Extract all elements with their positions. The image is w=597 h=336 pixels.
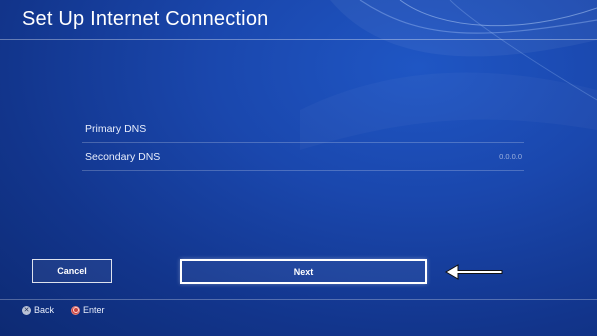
secondary-dns-value: 0.0.0.0 bbox=[499, 152, 522, 161]
circle-button-icon bbox=[71, 305, 80, 315]
secondary-dns-label: Secondary DNS bbox=[85, 150, 161, 163]
cross-button-icon: ✕ bbox=[22, 305, 31, 315]
enter-hint-label: Enter bbox=[83, 305, 105, 315]
title-divider bbox=[0, 39, 597, 40]
primary-dns-row[interactable]: Primary DNS bbox=[82, 115, 524, 143]
enter-hint[interactable]: Enter bbox=[71, 305, 105, 315]
setup-screen: Set Up Internet Connection Primary DNS S… bbox=[0, 0, 597, 336]
footer-divider bbox=[0, 299, 597, 300]
back-hint-label: Back bbox=[34, 305, 55, 315]
next-button[interactable]: Next bbox=[180, 259, 427, 284]
back-hint[interactable]: ✕ Back bbox=[22, 305, 54, 315]
left-arrow-icon bbox=[445, 264, 503, 280]
primary-dns-label: Primary DNS bbox=[85, 122, 147, 135]
secondary-dns-row[interactable]: Secondary DNS 0.0.0.0 bbox=[82, 143, 524, 171]
dns-settings-list: Primary DNS Secondary DNS 0.0.0.0 bbox=[82, 115, 524, 171]
page-title: Set Up Internet Connection bbox=[22, 8, 269, 30]
cancel-button[interactable]: Cancel bbox=[32, 259, 112, 283]
